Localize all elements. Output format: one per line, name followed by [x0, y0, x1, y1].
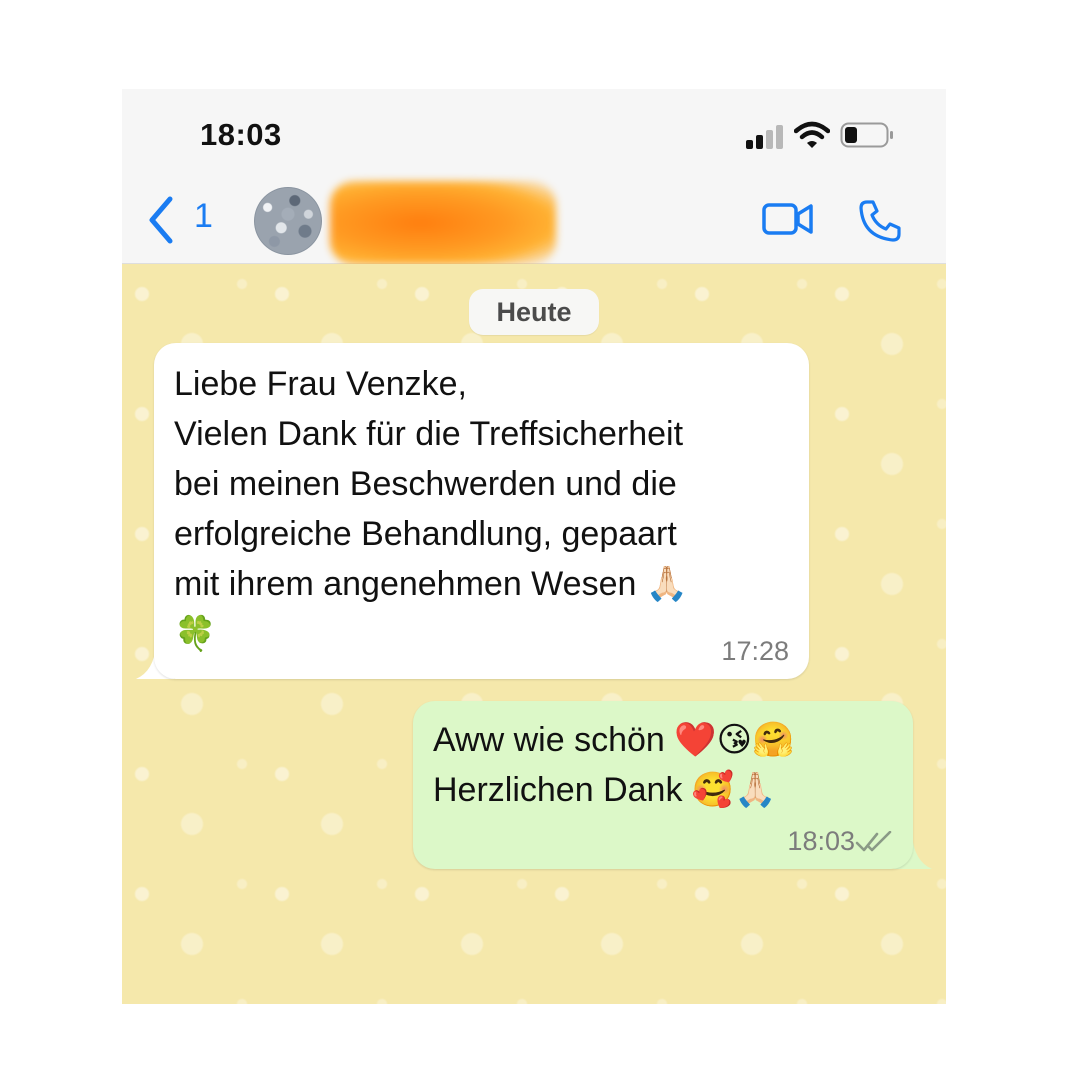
video-call-icon[interactable]	[762, 201, 814, 237]
phone-call-icon[interactable]	[858, 199, 902, 243]
message-text: Liebe Frau Venzke, Vielen Dank für die T…	[174, 359, 688, 659]
message-line: bei meinen Beschwerden und die	[174, 465, 677, 503]
back-chevron-icon[interactable]	[146, 195, 176, 245]
incoming-message-bubble[interactable]: Liebe Frau Venzke, Vielen Dank für die T…	[154, 343, 809, 679]
message-line: Liebe Frau Venzke,	[174, 365, 467, 403]
message-line: Herzlichen Dank 🥰🙏🏻	[433, 771, 777, 809]
battery-icon	[840, 122, 893, 148]
message-line: Aww wie schön ❤️😘🤗	[433, 721, 795, 759]
message-line: 🍀	[174, 615, 217, 653]
contact-avatar[interactable]	[254, 187, 322, 255]
message-timestamp: 18:03	[787, 826, 855, 856]
cellular-signal-icon	[746, 125, 786, 149]
message-text: Aww wie schön ❤️😘🤗 Herzlichen Dank 🥰🙏🏻	[433, 715, 794, 815]
outgoing-message-bubble[interactable]: Aww wie schön ❤️😘🤗 Herzlichen Dank 🥰🙏🏻 1…	[413, 701, 913, 869]
unread-count[interactable]: 1	[194, 197, 213, 236]
double-check-icon	[855, 831, 892, 852]
contact-name-redaction[interactable]	[330, 181, 556, 265]
status-bar: 18:03	[122, 89, 946, 179]
message-line: Vielen Dank für die Treffsicherheit	[174, 415, 684, 453]
message-timestamp: 17:28	[721, 636, 789, 666]
message-line: mit ihrem angenehmen Wesen 🙏🏻	[174, 565, 689, 603]
phone-screen: 18:03 1 Heute Liebe Frau Venzke, Vielen …	[122, 89, 946, 1004]
status-time: 18:03	[200, 117, 282, 152]
message-line: erfolgreiche Behandlung, gepaart	[174, 515, 677, 553]
wifi-icon	[794, 121, 830, 148]
date-separator: Heute	[469, 289, 599, 335]
